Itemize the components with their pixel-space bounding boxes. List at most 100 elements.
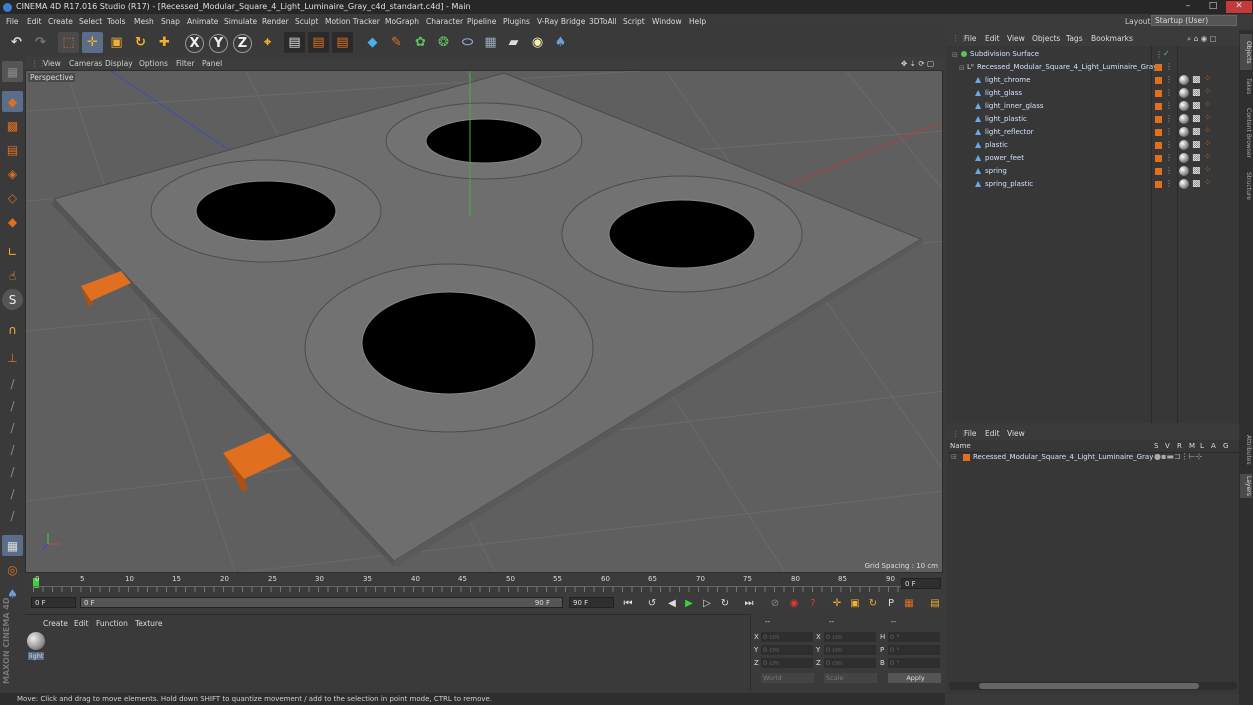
edges-mode-icon[interactable]: ◇ [2, 187, 23, 208]
menu-mograph[interactable]: MoGraph [385, 17, 419, 26]
layer-color-swatch[interactable] [1155, 155, 1162, 162]
model-mode-icon[interactable]: ◆ [2, 91, 23, 112]
layer-color-swatch[interactable] [1155, 142, 1162, 149]
obj-menu-edit[interactable]: Edit [985, 34, 1000, 43]
selection-tag-icon[interactable]: ⁘ [1204, 126, 1212, 136]
obj-menu-objects[interactable]: Objects [1032, 34, 1060, 43]
live-selection-icon[interactable]: ⬚ [58, 32, 79, 53]
object-name[interactable]: light_glass [985, 89, 1022, 97]
viewport-scene[interactable] [26, 71, 943, 573]
menu-character[interactable]: Character [426, 17, 463, 26]
viewport-menu-panel[interactable]: Panel [202, 59, 222, 68]
axis-mode-icon[interactable]: ∟ [2, 241, 23, 262]
tweak-mode-icon[interactable]: ☝ [2, 265, 23, 286]
selection-tag-icon[interactable]: ⁘ [1204, 165, 1212, 175]
texture-tag-icon[interactable]: ▩ [1192, 140, 1201, 150]
power-feet-1[interactable] [81, 271, 131, 301]
selection-tag-icon[interactable]: ⁘ [1204, 139, 1212, 149]
deformer-icon[interactable]: ⬭ [457, 32, 478, 53]
side-tab-layers[interactable]: Layers [1240, 474, 1252, 498]
object-row[interactable]: ▲ light_reflector ⋮ ▩ ⁘ [947, 126, 1239, 139]
visibility-dots-icon[interactable]: ⋮ [1165, 101, 1173, 110]
layer-menu-file[interactable]: File [964, 429, 977, 438]
prev-key-icon[interactable]: ↺ [644, 596, 660, 611]
workplane-axis-icon[interactable]: ⊥ [2, 347, 23, 368]
material-menu-texture[interactable]: Texture [135, 619, 162, 628]
material-swatch[interactable] [27, 632, 45, 650]
menu-create[interactable]: Create [48, 17, 73, 26]
object-name[interactable]: plastic [985, 141, 1008, 149]
viewport-menu-view[interactable]: View [43, 59, 61, 68]
visibility-dots-icon[interactable]: ⋮ [1165, 62, 1173, 71]
perspective-viewport[interactable]: Perspective Grid Spacing : 10 cm [25, 70, 943, 573]
texture-tag-icon[interactable]: ▩ [1192, 179, 1201, 189]
obj-menu-bookmarks[interactable]: Bookmarks [1091, 34, 1133, 43]
brush-tool-5-icon[interactable]: / [2, 461, 23, 482]
menu-render[interactable]: Render [262, 17, 289, 26]
obj-menu-tags[interactable]: Tags [1066, 34, 1083, 43]
layer-row-name[interactable]: Recessed_Modular_Square_4_Light_Luminair… [973, 453, 1153, 461]
key-pla-icon[interactable]: ▦ [901, 596, 917, 611]
object-row[interactable]: ▲ light_plastic ⋮ ▩ ⁘ [947, 113, 1239, 126]
viewport-navigation-icons[interactable]: ✥ ⇣ ⟳ ▢ [901, 59, 934, 68]
coord-y-position[interactable]: 0 cm [761, 645, 813, 655]
play-icon[interactable]: ▶ [681, 596, 697, 611]
object-row[interactable]: ⊟ L⁰ Recessed_Modular_Square_4_Light_Lum… [947, 61, 1239, 74]
points-mode-icon[interactable]: ◈ [2, 163, 23, 184]
cube-primitive-icon[interactable]: ◆ [362, 32, 383, 53]
brush-tool-2-icon[interactable]: / [2, 395, 23, 416]
object-name[interactable]: power_feet [985, 154, 1024, 162]
scrollbar-thumb[interactable] [979, 683, 1199, 689]
layer-color-swatch[interactable] [1155, 64, 1162, 71]
visibility-dots-icon[interactable]: ⋮ [1165, 166, 1173, 175]
material-menu-create[interactable]: Create [43, 619, 68, 628]
coord-x-position[interactable]: 0 cm [761, 632, 813, 642]
texture-tag-icon[interactable]: ▩ [1192, 114, 1201, 124]
pen-spline-icon[interactable]: ✎ [386, 32, 407, 53]
visibility-dots-icon[interactable]: ⋮ [1165, 114, 1173, 123]
material-tag-icon[interactable] [1179, 127, 1189, 137]
visibility-dots-icon[interactable]: ⋮ [1165, 140, 1173, 149]
menu-plugins[interactable]: Plugins [503, 17, 530, 26]
layer-menu-view[interactable]: View [1007, 429, 1025, 438]
texture-tag-icon[interactable]: ▩ [1192, 88, 1201, 98]
coordinate-system-icon[interactable]: ⌖ [257, 32, 278, 53]
prev-frame-icon[interactable]: ◀ [664, 596, 680, 611]
brush-tool-4-icon[interactable]: / [2, 439, 23, 460]
timeline-ruler[interactable]: 0 5 10 15 20 25 30 35 40 45 50 55 60 65 … [25, 573, 945, 594]
brush-tool-6-icon[interactable]: / [2, 483, 23, 504]
menu-select[interactable]: Select [79, 17, 102, 26]
side-tab-structure[interactable]: Structure [1240, 168, 1252, 204]
brush-tool-1-icon[interactable]: / [2, 373, 23, 394]
next-frame-icon[interactable]: ▷ [699, 596, 715, 611]
obj-search-icons[interactable]: ⌕ ⌂ ◉ ▢ [1187, 34, 1217, 44]
selection-tag-icon[interactable]: ⁘ [1204, 87, 1212, 97]
object-row[interactable]: ▲ spring ⋮ ▩ ⁘ [947, 165, 1239, 178]
layer-color-swatch[interactable] [1155, 116, 1162, 123]
obj-menu-file[interactable]: File [964, 34, 977, 43]
render-picture-viewer-icon[interactable]: ▤ [308, 32, 329, 53]
undo-icon[interactable]: ↶ [6, 32, 27, 53]
layer-menu-edit[interactable]: Edit [985, 429, 1000, 438]
python-icon[interactable]: ♠ [550, 32, 571, 53]
menu-simulate[interactable]: Simulate [224, 17, 257, 26]
menu-window[interactable]: Window [652, 17, 682, 26]
object-name-group[interactable]: Recessed_Modular_Square_4_Light_Luminair… [977, 63, 1157, 71]
timeline-window-icon[interactable]: ▤ [927, 596, 943, 611]
menu-pipeline[interactable]: Pipeline [467, 17, 496, 26]
layer-color-swatch[interactable] [1155, 77, 1162, 84]
solo-icon[interactable]: ◎ [2, 559, 23, 580]
workplane-icon[interactable]: ▤ [2, 139, 23, 160]
key-param-icon[interactable]: P [883, 596, 899, 611]
record-active-icon[interactable]: ◉ [786, 596, 802, 611]
menu-edit[interactable]: Edit [27, 17, 42, 26]
texture-tag-icon[interactable]: ▩ [1192, 101, 1201, 111]
menu-file[interactable]: File [6, 17, 19, 26]
brush-tool-7-icon[interactable]: / [2, 505, 23, 526]
side-tab-attributes[interactable]: Attributes [1240, 430, 1252, 470]
selection-tag-icon[interactable]: ⁘ [1204, 152, 1212, 162]
visibility-dots-icon[interactable]: ⋮ [1165, 88, 1173, 97]
material-tag-icon[interactable] [1179, 153, 1189, 163]
record-disabled-icon[interactable]: ⊘ [767, 596, 783, 611]
goto-start-icon[interactable]: ⏮ [620, 596, 636, 611]
